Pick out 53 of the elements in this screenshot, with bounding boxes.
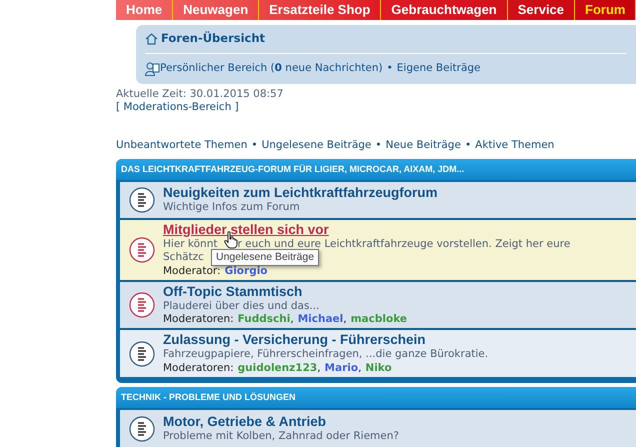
- quick-link[interactable]: Aktive Themen: [475, 138, 554, 154]
- forum-description: Wichtige Infos zum Forum: [163, 201, 300, 214]
- nav-tab[interactable]: Home: [116, 0, 174, 20]
- moderator-link[interactable]: Mario: [324, 362, 358, 375]
- forum-row[interactable]: Mitglieder stellen sich vor Hier könnt r euch und eure Leichtkraftfahrzeuge vorstellen. Zeigt her eure Schätzc Ungelesene Beiträge Moderator: Giorgio: [120, 220, 636, 282]
- moderator-label: Moderatoren:: [163, 362, 234, 375]
- forum-row[interactable]: Neuigkeiten zum Leichtkraftfahrzeugforum Wichtige Infos zum Forum: [120, 182, 636, 220]
- forum-title-link[interactable]: Zulassung - Versicherung - Führerschein: [163, 332, 488, 348]
- nav-tab[interactable]: Neuwagen: [173, 0, 260, 20]
- user-icon: [145, 62, 160, 76]
- forum-title-link[interactable]: Neuigkeiten zum Leichtkraftfahrzeugforum: [163, 185, 438, 201]
- personal-area-link[interactable]: Persönlicher Bereich (0 neue Nachrichten): [160, 61, 383, 77]
- nav-tab[interactable]: Service: [508, 0, 576, 20]
- bullet-separator: •: [251, 138, 258, 153]
- forum-description: Schätzc: [163, 251, 204, 265]
- forum-row[interactable]: Zulassung - Versicherung - Führerschein Fahrzeugpapiere, Führerscheinfragen, ...die ganze Bürokratie. Moderatoren: guidolenz123, Mario, Niko: [120, 330, 636, 377]
- own-posts-link[interactable]: Eigene Beiträge: [396, 61, 480, 77]
- separator-comma: ,: [358, 362, 362, 375]
- forum-description: Plauderei über dies und das...: [163, 300, 320, 314]
- bullet-separator: •: [464, 138, 472, 153]
- forum-title-link[interactable]: Off-Topic Stammtisch: [163, 284, 408, 300]
- quick-link[interactable]: Neue Beiträge: [386, 138, 461, 154]
- nav-tab[interactable]: Gebrauchtwagen: [381, 0, 508, 20]
- moderator-label: Moderatoren:: [163, 313, 234, 326]
- separator-comma: ,: [317, 362, 321, 375]
- moderator-link[interactable]: guidolenz123: [238, 362, 318, 375]
- current-time: Aktuelle Zeit: 30.01.2015 08:57: [116, 88, 284, 101]
- moderator-label: Moderator:: [163, 264, 221, 278]
- forum-title-link[interactable]: Motor, Getriebe & Antrieb: [163, 414, 399, 430]
- forum-description: Fahrzeugpapiere, Führerscheinfragen, ...die ganze Bürokratie.: [163, 348, 488, 362]
- nav-tab[interactable]: Ersatzteile Shop: [259, 0, 382, 20]
- forum-description: Hier könnt: [163, 238, 218, 252]
- nav-tab[interactable]: Forum: [575, 0, 636, 20]
- forum-index-link[interactable]: Foren-Übersicht: [161, 30, 266, 48]
- forum-description: Probleme mit Kolben, Zahnrad oder Riemen?: [163, 430, 399, 444]
- separator-comma: ,: [290, 313, 294, 326]
- quick-link[interactable]: Ungelesene Beiträge: [262, 138, 372, 154]
- category-header: DAS LEICHTKRAFTFAHRZEUG-FORUM FÜR LIGIER, MICROCAR, AIXAM, JDM...: [116, 158, 636, 180]
- moderator-link[interactable]: Michael: [298, 313, 344, 326]
- moderation-link[interactable]: [ Moderations-Bereich ]: [116, 101, 239, 114]
- forum-description: r euch und eure Leichtkraftfahrzeuge vorstellen. Zeigt her eure: [237, 238, 570, 252]
- moderator-link[interactable]: Niko: [365, 362, 392, 375]
- forum-row[interactable]: Motor, Getriebe & Antrieb Probleme mit Kolben, Zahnrad oder Riemen?: [120, 410, 636, 447]
- bullet-separator: •: [386, 61, 393, 76]
- bullet-separator: •: [375, 138, 382, 153]
- home-icon: [145, 33, 158, 45]
- forum-title-link[interactable]: Mitglieder stellen sich vor: [163, 222, 570, 238]
- moderator-link[interactable]: Giorgio: [224, 264, 268, 278]
- quick-link[interactable]: Unbeantwortete Themen: [116, 138, 248, 154]
- tooltip: Ungelesene Beiträge: [211, 248, 320, 266]
- forum-row[interactable]: Off-Topic Stammtisch Plauderei über dies und das... Moderatoren: Fuddschi, Michael, macbloke: [120, 282, 636, 330]
- separator-comma: ,: [343, 313, 347, 326]
- category-header: TECHNIK - PROBLEME UND LÖSUNGEN: [116, 386, 636, 408]
